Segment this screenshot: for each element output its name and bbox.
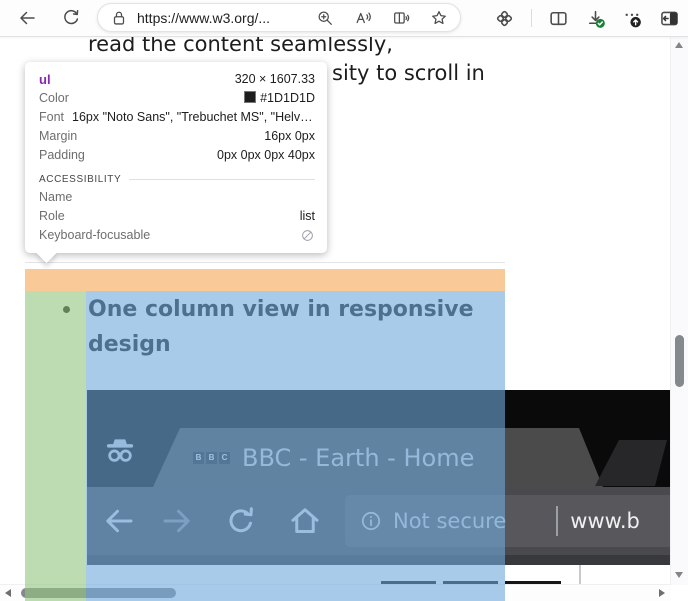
incognito-icon — [99, 428, 141, 470]
sidebar-icon[interactable] — [659, 8, 680, 29]
vertical-scrollbar[interactable] — [670, 36, 688, 585]
tooltip-font-value: 16px "Noto Sans", "Trebuchet MS", "Helv… — [72, 108, 315, 127]
image-back-icon — [101, 503, 137, 539]
image-tab-bar: B B C BBC - Earth - Home — [87, 390, 678, 487]
page-divider — [25, 262, 505, 263]
devtools-inspect-tooltip: ul 320 × 1607.33 Color #1D1D1D Font 16px… — [25, 62, 327, 253]
horizontal-scrollbar[interactable] — [0, 584, 671, 601]
image-address-bar: Not secure www.b — [345, 495, 678, 547]
scroll-right-arrow[interactable] — [659, 589, 665, 597]
tooltip-accessibility-header: ACCESSIBILITY — [39, 174, 315, 185]
tooltip-element-dimensions: 320 × 1607.33 — [235, 70, 315, 89]
image-info-icon — [359, 509, 383, 533]
bbc-logo-letter: B — [193, 452, 204, 464]
tooltip-color-value: #1D1D1D — [244, 89, 315, 108]
page-heading-line2-fragment: sity to scroll in — [332, 58, 485, 88]
toolbar-right-icons — [494, 0, 680, 36]
refresh-icon[interactable] — [61, 8, 81, 28]
image-browser-toolbar: Not secure www.b — [87, 487, 678, 555]
list-bullet — [63, 306, 70, 313]
zoom-in-icon[interactable] — [316, 9, 334, 27]
page-heading-line1: read the content seamlessly, — [88, 36, 393, 59]
bbc-logo-letter: C — [219, 452, 230, 464]
image-bottom-strip — [87, 555, 678, 565]
image-home-icon — [287, 503, 323, 539]
tooltip-margin-value: 16px 0px — [264, 127, 315, 146]
bbc-logo: B B C — [193, 452, 230, 464]
toolbar-divider — [531, 9, 532, 27]
image-tab-title: BBC - Earth - Home — [242, 444, 474, 472]
scroll-up-arrow[interactable] — [675, 42, 683, 48]
read-aloud-icon[interactable] — [354, 9, 372, 27]
lock-icon — [110, 9, 128, 27]
tooltip-role-value: list — [300, 207, 315, 226]
highlight-padding-overlay — [25, 291, 86, 601]
download-icon[interactable] — [585, 8, 606, 29]
tooltip-name-label: Name — [39, 188, 72, 207]
extensions-icon[interactable] — [494, 8, 515, 29]
scroll-left-arrow[interactable] — [5, 589, 11, 597]
address-bar-icons — [316, 9, 448, 27]
url-text[interactable]: https://www.w3.org/... — [137, 10, 270, 26]
browser-window: https://www.w3.org/... read the content … — [0, 0, 688, 601]
highlight-margin-overlay — [25, 269, 505, 291]
favorite-star-icon[interactable] — [430, 9, 448, 27]
image-security-label: Not secure — [393, 509, 506, 533]
scroll-down-arrow[interactable] — [675, 572, 683, 578]
image-background-tab — [595, 440, 667, 486]
bbc-screenshot-image: B B C BBC - Earth - Home — [87, 390, 678, 565]
tooltip-font-label: Font — [39, 108, 64, 127]
browser-toolbar: https://www.w3.org/... — [0, 0, 688, 37]
bbc-logo-letter: B — [206, 452, 217, 464]
list-item-heading: One column view in responsive design — [88, 292, 488, 362]
image-url-fragment: www.b — [570, 509, 640, 533]
vertical-scrollbar-thumb[interactable] — [675, 335, 684, 387]
tooltip-role-label: Role — [39, 207, 65, 226]
address-bar[interactable]: https://www.w3.org/... — [97, 3, 461, 32]
not-allowed-icon — [300, 228, 315, 243]
tooltip-element-tag: ul — [39, 70, 51, 89]
color-swatch — [244, 91, 256, 103]
image-forward-icon — [159, 503, 195, 539]
tooltip-margin-label: Margin — [39, 127, 77, 146]
tooltip-color-label: Color — [39, 89, 69, 108]
tooltip-padding-value: 0px 0px 0px 40px — [217, 146, 315, 165]
update-badge-icon — [630, 16, 641, 27]
horizontal-scrollbar-thumb[interactable] — [21, 588, 176, 598]
image-url-divider — [556, 506, 558, 536]
reader-icon[interactable] — [392, 9, 410, 27]
image-active-tab: B B C BBC - Earth - Home — [153, 428, 603, 487]
back-icon[interactable] — [17, 8, 37, 28]
tooltip-tail — [36, 242, 57, 263]
tooltip-padding-label: Padding — [39, 146, 85, 165]
image-refresh-icon — [223, 503, 259, 539]
tooltip-keyboard-focusable-label: Keyboard-focusable — [39, 226, 150, 245]
content-vertical-line — [579, 565, 581, 584]
more-options-icon[interactable] — [622, 8, 643, 29]
page-content: read the content seamlessly, sity to scr… — [0, 36, 688, 601]
split-screen-icon[interactable] — [548, 8, 569, 29]
